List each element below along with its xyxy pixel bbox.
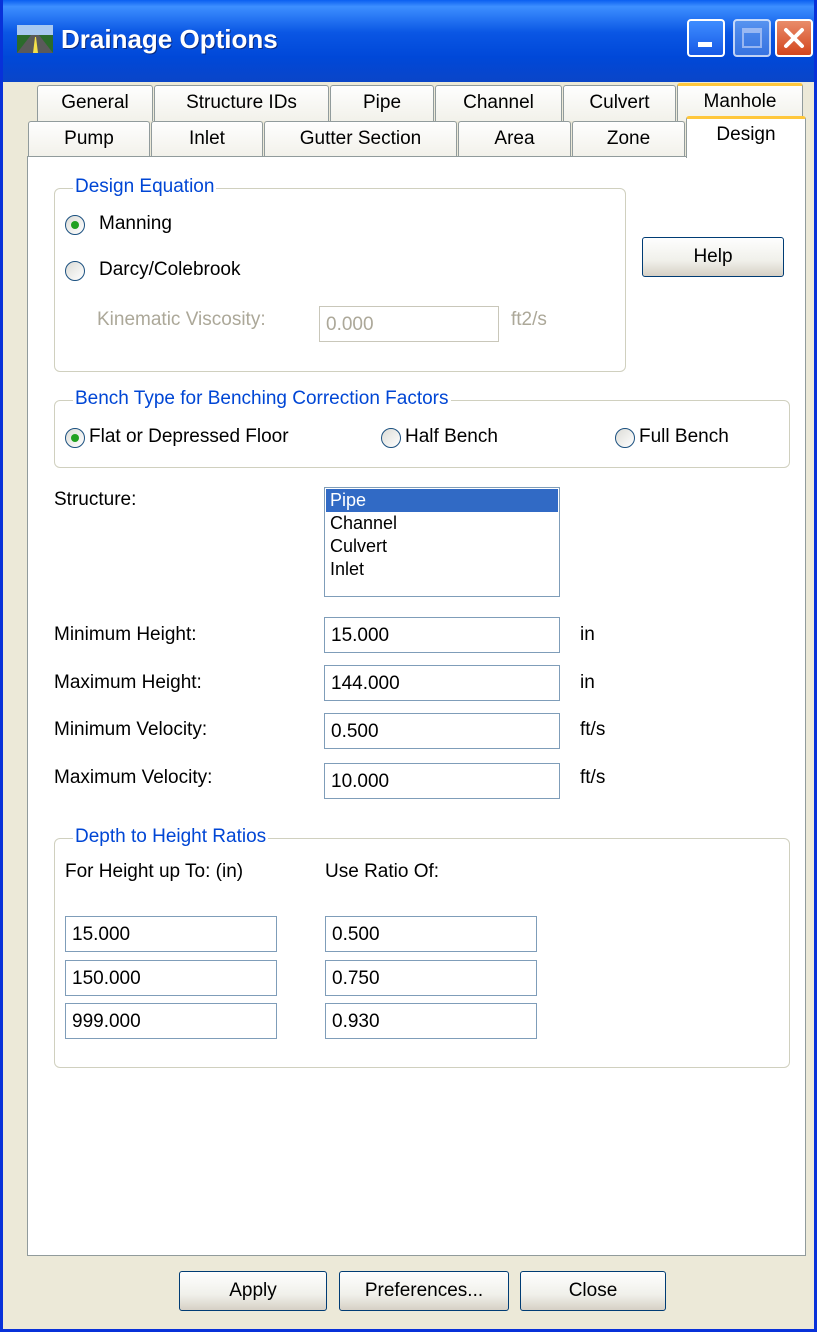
depth-height-ratios-legend: Depth to Height Ratios	[73, 826, 269, 848]
full-bench-label[interactable]: Full Bench	[639, 426, 729, 448]
tab-general[interactable]: General	[37, 85, 153, 121]
maximum-velocity-label: Maximum Velocity:	[54, 767, 213, 788]
depth-height-ratios-group: Depth to Height Ratios For Height up To:…	[54, 826, 790, 1068]
design-equation-legend: Design Equation	[73, 176, 217, 198]
ratio-column-header: Use Ratio Of:	[325, 861, 440, 882]
maximum-velocity-unit: ft/s	[580, 767, 606, 788]
minimum-velocity-unit: ft/s	[580, 719, 606, 740]
design-tab-panel: Design Equation Manning Darcy/Colebrook …	[27, 156, 806, 1256]
manning-radio[interactable]	[65, 215, 85, 235]
title-bar[interactable]: Drainage Options	[3, 0, 814, 82]
half-bench-radio[interactable]	[381, 428, 401, 448]
window-title: Drainage Options	[61, 24, 278, 54]
ratio-field-1[interactable]: 0.500	[325, 916, 537, 952]
structure-label: Structure:	[54, 489, 137, 510]
kinematic-viscosity-label: Kinematic Viscosity:	[97, 309, 266, 330]
maximum-height-field[interactable]: 144.000	[324, 665, 560, 701]
ratio-field-2[interactable]: 0.750	[325, 960, 537, 996]
height-field-2[interactable]: 150.000	[65, 960, 277, 996]
tab-pump[interactable]: Pump	[28, 121, 150, 157]
minimum-height-field[interactable]: 15.000	[324, 617, 560, 653]
full-bench-radio[interactable]	[615, 428, 635, 448]
list-item[interactable]: Culvert	[326, 535, 558, 558]
preferences-button[interactable]: Preferences...	[339, 1271, 509, 1311]
tab-zone[interactable]: Zone	[572, 121, 685, 157]
drainage-options-window: Drainage Options General Structure IDs P…	[0, 0, 817, 1332]
design-equation-group: Design Equation Manning Darcy/Colebrook …	[54, 176, 626, 372]
minimum-height-unit: in	[580, 624, 595, 645]
structure-listbox[interactable]: Pipe Channel Culvert Inlet	[324, 487, 560, 597]
half-bench-label[interactable]: Half Bench	[405, 426, 498, 448]
maximum-velocity-field[interactable]: 10.000	[324, 763, 560, 799]
tab-gutter-section[interactable]: Gutter Section	[264, 121, 457, 157]
maximize-button	[733, 19, 771, 57]
close-button[interactable]: Close	[520, 1271, 666, 1311]
maximum-height-label: Maximum Height:	[54, 672, 202, 693]
manning-label[interactable]: Manning	[99, 213, 172, 235]
flat-floor-label[interactable]: Flat or Depressed Floor	[89, 426, 289, 448]
maximum-height-unit: in	[580, 672, 595, 693]
tab-channel[interactable]: Channel	[435, 85, 562, 121]
close-window-button[interactable]	[775, 19, 813, 57]
height-field-3[interactable]: 999.000	[65, 1003, 277, 1039]
list-item[interactable]: Channel	[326, 512, 558, 535]
minimum-velocity-field[interactable]: 0.500	[324, 713, 560, 749]
minimize-button[interactable]	[687, 19, 725, 57]
list-item[interactable]: Pipe	[326, 489, 558, 512]
help-button[interactable]: Help	[642, 237, 784, 277]
tab-structure-ids[interactable]: Structure IDs	[154, 85, 329, 121]
ratio-field-3[interactable]: 0.930	[325, 1003, 537, 1039]
list-item[interactable]: Inlet	[326, 558, 558, 581]
tab-culvert[interactable]: Culvert	[563, 85, 676, 121]
tab-design[interactable]: Design	[686, 116, 806, 158]
height-field-1[interactable]: 15.000	[65, 916, 277, 952]
kinematic-viscosity-field: 0.000	[319, 306, 499, 342]
darcy-colebrook-radio[interactable]	[65, 261, 85, 281]
tab-inlet[interactable]: Inlet	[151, 121, 263, 157]
darcy-colebrook-label[interactable]: Darcy/Colebrook	[99, 259, 241, 281]
tab-pipe[interactable]: Pipe	[330, 85, 434, 121]
minimum-height-label: Minimum Height:	[54, 624, 197, 645]
flat-floor-radio[interactable]	[65, 428, 85, 448]
height-column-header: For Height up To: (in)	[65, 861, 244, 882]
apply-button[interactable]: Apply	[179, 1271, 327, 1311]
kinematic-viscosity-unit: ft2/s	[511, 309, 547, 330]
close-icon	[784, 28, 804, 48]
minimum-velocity-label: Minimum Velocity:	[54, 719, 208, 740]
bench-type-legend: Bench Type for Benching Correction Facto…	[73, 388, 451, 410]
tab-area[interactable]: Area	[458, 121, 571, 157]
bench-type-group: Bench Type for Benching Correction Facto…	[54, 388, 790, 468]
app-icon	[17, 25, 53, 53]
